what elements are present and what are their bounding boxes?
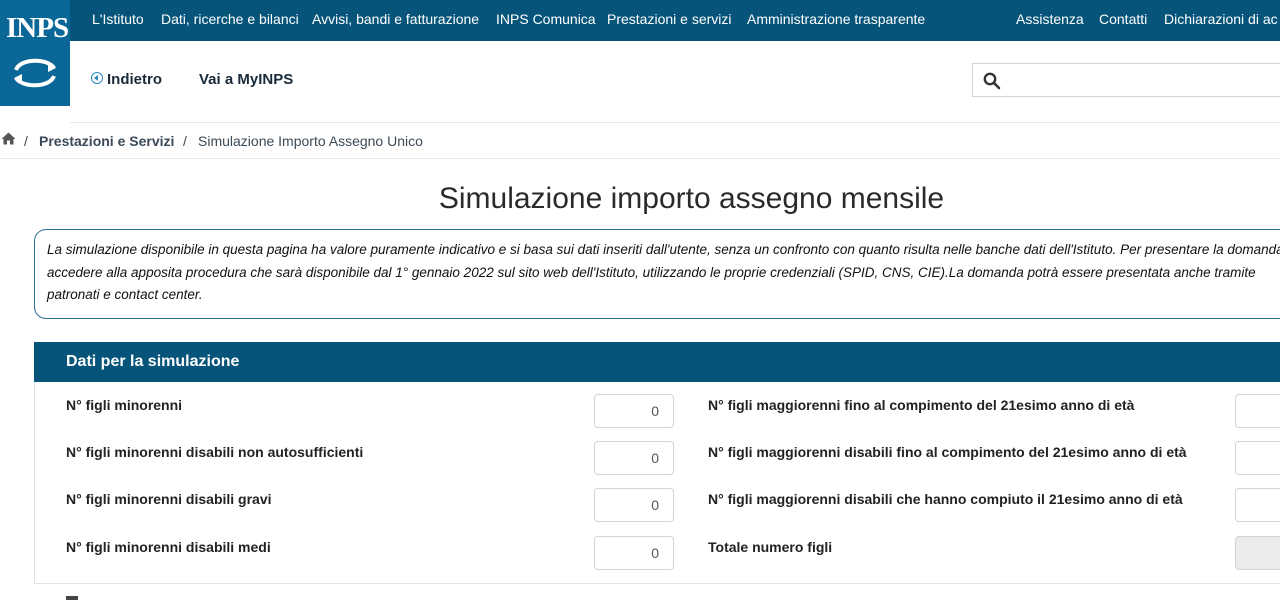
breadcrumb-item-current: Simulazione Importo Assegno Unico xyxy=(198,133,423,149)
search-box[interactable] xyxy=(972,63,1280,97)
top-navigation-bar: L'Istituto Dati, ricerche e bilanci Avvi… xyxy=(0,0,1280,41)
nav-link-contatti[interactable]: Contatti xyxy=(1099,11,1147,27)
label-figli-minorenni-non-autosufficienti: N° figli minorenni disabili non autosuff… xyxy=(66,444,364,460)
back-label: Indietro xyxy=(107,71,162,88)
input-figli-minorenni-medi[interactable] xyxy=(594,536,674,570)
nav-link-avvisi-bandi[interactable]: Avvisi, bandi e fatturazione xyxy=(312,11,479,27)
label-figli-minorenni-medi: N° figli minorenni disabili medi xyxy=(66,539,271,555)
breadcrumb-separator: / xyxy=(183,133,187,149)
disclaimer-notice: La simulazione disponibile in questa pag… xyxy=(34,229,1280,319)
logo-text: INPS xyxy=(6,12,69,44)
breadcrumb: / Prestazioni e Servizi / Simulazione Im… xyxy=(0,123,1280,159)
back-link[interactable]: Indietro xyxy=(91,71,162,88)
next-section-hint xyxy=(66,596,78,600)
nav-link-amministrazione-trasparente[interactable]: Amministrazione trasparente xyxy=(747,11,925,27)
label-figli-maggiorenni-21: N° figli maggiorenni fino al compimento … xyxy=(708,397,1135,413)
label-figli-maggiorenni-disabili-21: N° figli maggiorenni disabili fino al co… xyxy=(708,444,1187,460)
nav-link-prestazioni-servizi[interactable]: Prestazioni e servizi xyxy=(607,11,732,27)
nav-link-assistenza[interactable]: Assistenza xyxy=(1016,11,1084,27)
page-title: Simulazione importo assegno mensile xyxy=(438,182,945,215)
input-totale-numero-figli xyxy=(1235,536,1280,570)
nav-link-dichiarazioni[interactable]: Dichiarazioni di ac xyxy=(1164,11,1278,27)
input-figli-maggiorenni-disabili-oltre-21[interactable] xyxy=(1235,488,1280,522)
input-figli-maggiorenni-disabili-21[interactable] xyxy=(1235,441,1280,475)
breadcrumb-separator: / xyxy=(24,133,28,149)
input-figli-minorenni-non-autosufficienti[interactable] xyxy=(594,441,674,475)
form-panel-header: Dati per la simulazione xyxy=(34,342,1280,382)
breadcrumb-item-prestazioni[interactable]: Prestazioni e Servizi xyxy=(39,133,174,149)
form-panel-title: Dati per la simulazione xyxy=(66,353,240,370)
input-figli-minorenni[interactable] xyxy=(594,394,674,428)
input-figli-minorenni-gravi[interactable] xyxy=(594,488,674,522)
label-figli-minorenni-gravi: N° figli minorenni disabili gravi xyxy=(66,491,272,507)
back-circle-icon xyxy=(91,72,103,84)
inps-logo[interactable]: INPS xyxy=(0,0,70,106)
nav-link-dati-ricerche[interactable]: Dati, ricerche e bilanci xyxy=(161,11,299,27)
input-figli-maggiorenni-21[interactable] xyxy=(1235,394,1280,428)
nav-link-inps-comunica[interactable]: INPS Comunica xyxy=(496,11,596,27)
nav-link-istituto[interactable]: L'Istituto xyxy=(92,11,144,27)
search-icon[interactable] xyxy=(983,72,1001,90)
home-icon[interactable] xyxy=(1,132,16,145)
myinps-link[interactable]: Vai a MyINPS xyxy=(199,71,293,88)
label-figli-minorenni: N° figli minorenni xyxy=(66,397,183,413)
label-figli-maggiorenni-disabili-oltre-21: N° figli maggiorenni disabili che hanno … xyxy=(708,491,1183,507)
search-input[interactable] xyxy=(1009,68,1273,94)
label-totale-numero-figli: Totale numero figli xyxy=(708,539,833,555)
inps-logo-icon xyxy=(14,58,56,88)
